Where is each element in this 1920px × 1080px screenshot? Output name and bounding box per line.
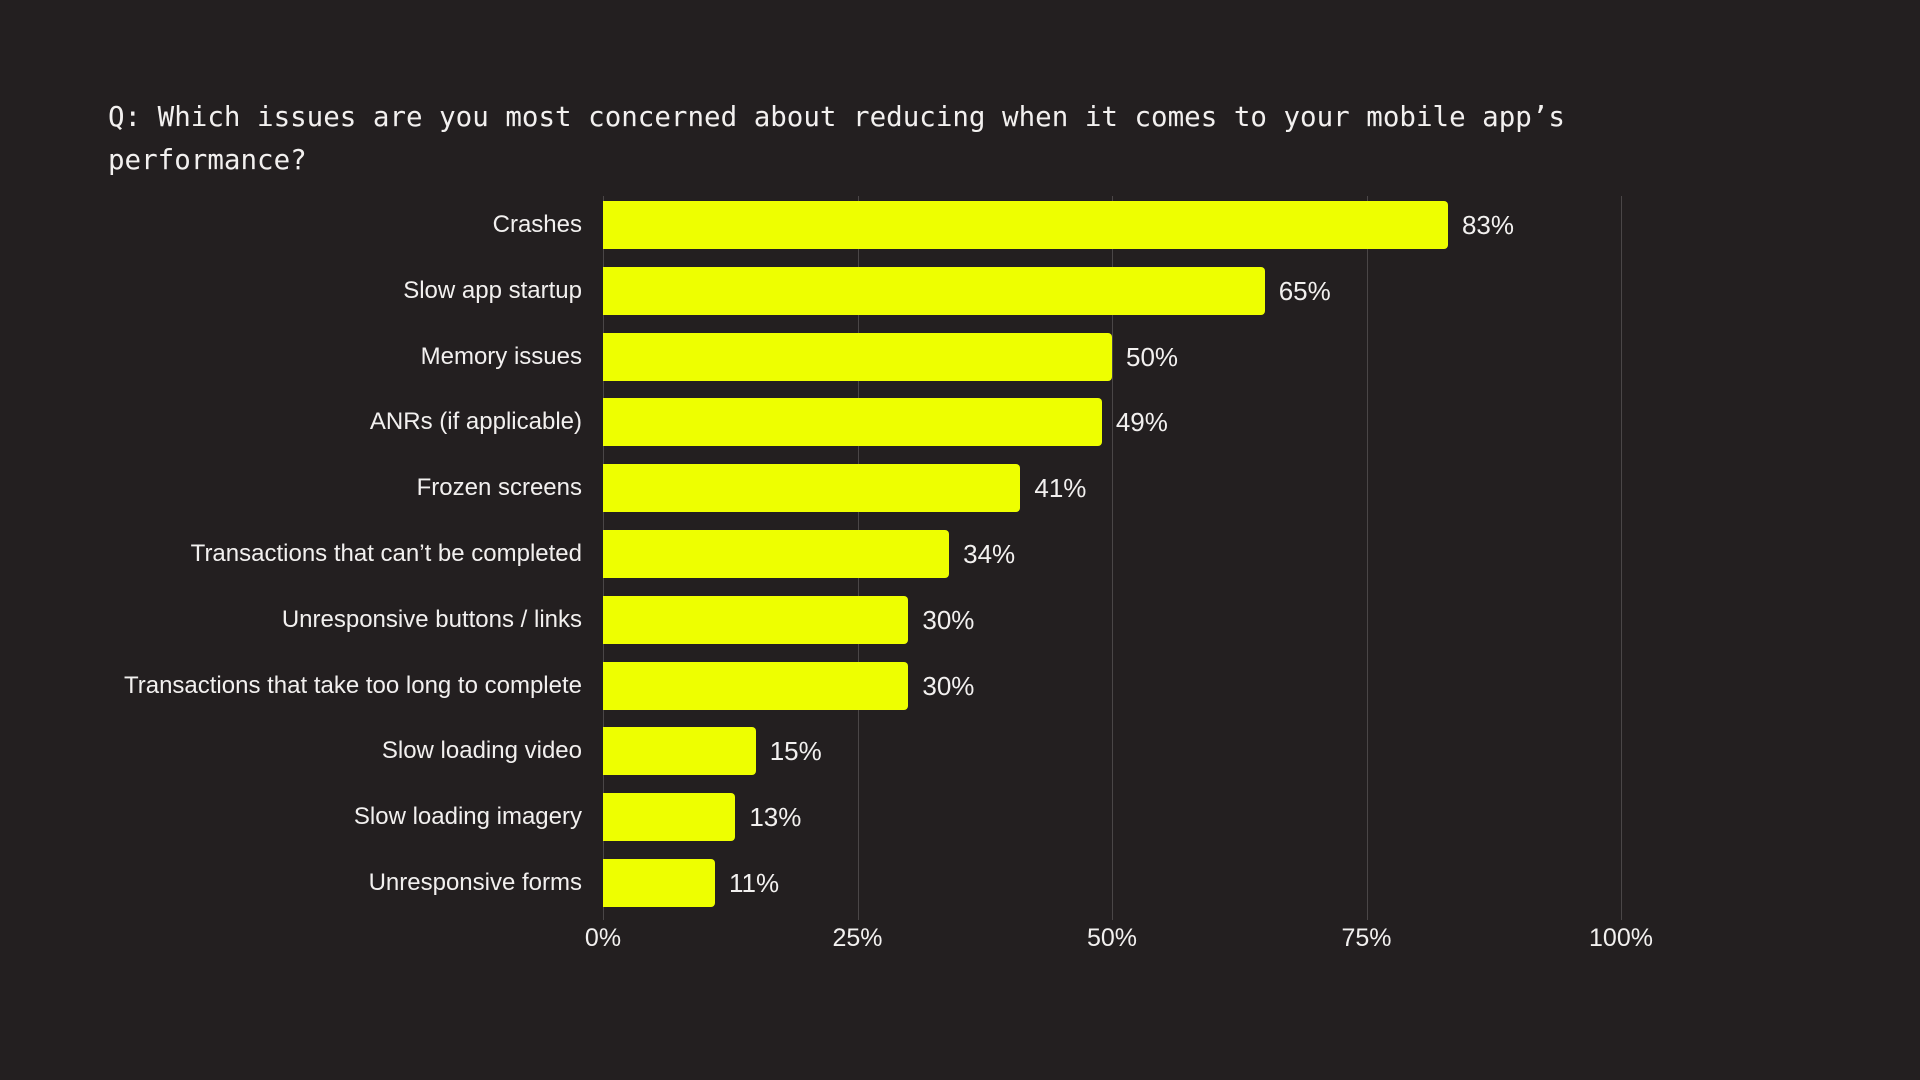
bar[interactable] bbox=[603, 595, 909, 644]
x-axis: 0% 25% 50% 75% 100% bbox=[585, 924, 1653, 964]
bar-category-label: Unresponsive forms bbox=[368, 869, 582, 896]
bar[interactable] bbox=[603, 398, 1102, 447]
x-axis-tick-label: 75% bbox=[1341, 924, 1392, 952]
bar-row: Slow app startup 65% bbox=[403, 262, 1621, 320]
bar-row: Memory issues 50% bbox=[421, 328, 1621, 386]
bar-row: Unresponsive buttons / links 30% bbox=[282, 591, 1621, 649]
bar-category-label: Transactions that take too long to compl… bbox=[123, 671, 582, 699]
bar-row: Crashes 83% bbox=[493, 196, 1621, 254]
bar-category-label: Slow loading imagery bbox=[353, 803, 582, 831]
bar[interactable] bbox=[603, 727, 756, 776]
bar-row: Frozen screens 41% bbox=[417, 459, 1621, 517]
bar-value-label: 34% bbox=[963, 539, 1016, 569]
bar[interactable] bbox=[603, 661, 909, 710]
bar-row: Slow loading video 15% bbox=[382, 722, 1621, 780]
bar[interactable] bbox=[603, 332, 1112, 381]
bar-value-label: 15% bbox=[769, 736, 822, 767]
bar-category-label: Memory issues bbox=[420, 342, 582, 370]
bar-chart-plot-area: Crashes 83% Slow app startup 65% Memory issu… bbox=[124, 196, 1622, 920]
bar-row: Transactions that can’t be completed 34% bbox=[191, 525, 1621, 583]
bar-row: Unresponsive forms 11% bbox=[369, 854, 1621, 912]
bar[interactable] bbox=[603, 464, 1021, 513]
bar-category-label: Transactions that can’t be completed bbox=[190, 540, 582, 567]
bar-value-label: 65% bbox=[1278, 275, 1331, 306]
bar-value-label: 13% bbox=[749, 802, 802, 833]
bar-rows: Crashes 83% Slow app startup 65% Memory issu… bbox=[124, 196, 1621, 920]
bar-value-label: 30% bbox=[922, 670, 975, 701]
bar-row: Slow loading imagery 13% bbox=[354, 788, 1621, 846]
page-title: Q: Which issues are you most concerned a… bbox=[108, 96, 1748, 182]
bar-value-label: 11% bbox=[728, 868, 780, 898]
chart-page: Q: Which issues are you most concerned a… bbox=[0, 0, 1920, 1080]
gridline-100pct bbox=[1621, 196, 1622, 920]
x-axis-tick-label: 25% bbox=[832, 924, 883, 952]
bar-category-label: Slow app startup bbox=[403, 276, 582, 304]
bar[interactable] bbox=[603, 201, 1448, 249]
bar-value-label: 41% bbox=[1034, 473, 1087, 504]
bar[interactable] bbox=[603, 530, 950, 578]
bar-value-label: 49% bbox=[1115, 407, 1168, 438]
bar-row: Transactions that take too long to compl… bbox=[124, 657, 1621, 715]
bar-category-label: ANRs (if applicable) bbox=[369, 408, 582, 436]
bar-value-label: 30% bbox=[922, 604, 975, 635]
bar[interactable] bbox=[603, 266, 1265, 315]
bar-value-label: 50% bbox=[1126, 341, 1179, 372]
page-title-text: Q: Which issues are you most concerned a… bbox=[108, 101, 1582, 176]
bar-category-label: Unresponsive buttons / links bbox=[281, 605, 582, 633]
x-axis-tick-label: 100% bbox=[1589, 924, 1653, 952]
bar-category-label: Crashes bbox=[492, 211, 582, 238]
bar-row: ANRs (if applicable) 49% bbox=[370, 393, 1621, 451]
x-axis-tick-label: 50% bbox=[1086, 924, 1138, 952]
bar-category-label: Frozen screens bbox=[416, 474, 582, 502]
bar[interactable] bbox=[603, 793, 736, 842]
bar-value-label: 83% bbox=[1461, 210, 1514, 240]
bar-category-label: Slow loading video bbox=[381, 737, 582, 765]
bar[interactable] bbox=[603, 859, 715, 907]
x-axis-tick-label: 0% bbox=[584, 924, 622, 952]
